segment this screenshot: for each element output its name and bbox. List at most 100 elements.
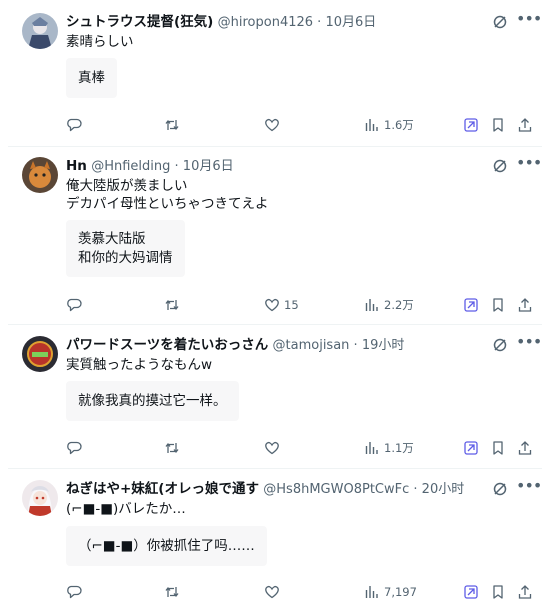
views-button[interactable]: 2.2万	[364, 295, 414, 315]
grok-action-button[interactable]	[463, 582, 479, 602]
bookmark-icon	[490, 297, 506, 313]
display-name[interactable]: パワードスーツを着たいおっさん	[66, 337, 268, 353]
heart-icon	[264, 584, 280, 600]
tweet-text: 実質触ったようなもんw	[66, 356, 530, 374]
share-button[interactable]	[517, 115, 533, 135]
handle[interactable]: @tamojisan	[273, 338, 350, 353]
grok-action-button[interactable]	[463, 295, 479, 315]
share-button[interactable]	[517, 438, 533, 458]
share-icon	[517, 117, 533, 133]
handle[interactable]: @Hs8hMGWO8PtCwFc	[263, 482, 409, 497]
views-count: 7,197	[384, 585, 417, 599]
avatar[interactable]	[22, 336, 58, 372]
text-line: 実質触ったようなもんw	[66, 357, 213, 373]
translation-box: 真棒	[66, 58, 117, 98]
text-line: 素晴らしい	[66, 34, 134, 50]
retweet-button[interactable]	[164, 115, 180, 135]
views-count: 1.1万	[384, 441, 414, 455]
avatar[interactable]	[22, 157, 58, 193]
handle[interactable]: @hiropon4126	[218, 15, 313, 30]
display-name[interactable]: ねぎはや+妹紅(オレっ娘で通す	[66, 481, 259, 497]
timestamp[interactable]: 10月6日	[325, 15, 376, 30]
views-button[interactable]: 7,197	[364, 582, 417, 602]
grok-icon[interactable]	[492, 337, 508, 353]
reply-icon	[66, 297, 82, 313]
bookmark-icon	[490, 440, 506, 456]
like-count: 15	[284, 298, 299, 312]
like-button[interactable]	[264, 582, 284, 602]
bookmark-button[interactable]	[490, 295, 506, 315]
tweet[interactable]: シュトラウス提督(狂気) @hiropon4126 · 10月6日 ••• 素晴…	[0, 0, 550, 146]
translation-line: 真棒	[78, 69, 105, 86]
tweet-header: Hn @Hnfielding · 10月6日	[66, 157, 490, 176]
share-button[interactable]	[517, 582, 533, 602]
more-icon[interactable]: •••	[516, 334, 542, 353]
like-button[interactable]	[264, 115, 284, 135]
grok-action-button[interactable]	[463, 438, 479, 458]
display-name[interactable]: シュトラウス提督(狂気)	[66, 14, 213, 30]
dot-separator: ·	[409, 482, 422, 497]
bookmark-button[interactable]	[490, 582, 506, 602]
avatar[interactable]	[22, 13, 58, 49]
tweet-text: (⌐■-■)バレたか…	[66, 500, 530, 518]
heart-icon	[264, 440, 280, 456]
tweet-text: 素晴らしい	[66, 33, 530, 51]
more-icon[interactable]: •••	[516, 478, 542, 497]
grok-icon[interactable]	[492, 14, 508, 30]
tweet[interactable]: パワードスーツを着たいおっさん @tamojisan · 19小时 ••• 実質…	[0, 325, 550, 468]
grok-analyze-icon	[463, 440, 479, 456]
translation-box: 羡慕大陆版 和你的大妈调情	[66, 220, 185, 277]
share-icon	[517, 297, 533, 313]
views-icon	[364, 117, 380, 133]
text-line: 俺大陸版が羨ましい	[66, 178, 188, 194]
tweet-header: シュトラウス提督(狂気) @hiropon4126 · 10月6日	[66, 13, 490, 32]
grok-action-button[interactable]	[463, 115, 479, 135]
views-button[interactable]: 1.6万	[364, 115, 414, 135]
bookmark-icon	[490, 584, 506, 600]
views-icon	[364, 440, 380, 456]
translation-line: 和你的大妈调情	[78, 249, 173, 266]
tweet-header: パワードスーツを着たいおっさん @tamojisan · 19小时	[66, 336, 490, 355]
retweet-button[interactable]	[164, 582, 180, 602]
like-button[interactable]	[264, 438, 284, 458]
heart-icon	[264, 117, 280, 133]
bookmark-button[interactable]	[490, 115, 506, 135]
reply-button[interactable]	[66, 438, 82, 458]
timestamp[interactable]: 10月6日	[183, 159, 234, 174]
views-button[interactable]: 1.1万	[364, 438, 414, 458]
timestamp[interactable]: 19小时	[362, 338, 405, 353]
retweet-icon	[164, 117, 180, 133]
handle[interactable]: @Hnfielding	[91, 159, 170, 174]
more-icon[interactable]: •••	[516, 155, 542, 174]
reply-button[interactable]	[66, 295, 82, 315]
views-count: 2.2万	[384, 298, 414, 312]
tweet[interactable]: Hn @Hnfielding · 10月6日 ••• 俺大陸版が羨ましい デカパ…	[0, 147, 550, 324]
share-button[interactable]	[517, 295, 533, 315]
views-icon	[364, 297, 380, 313]
retweet-button[interactable]	[164, 295, 180, 315]
bookmark-button[interactable]	[490, 438, 506, 458]
grok-icon[interactable]	[492, 158, 508, 174]
display-name[interactable]: Hn	[66, 158, 87, 174]
tweet-text: 俺大陸版が羨ましい デカパイ母性といちゃつきてえよ	[66, 177, 530, 213]
translation-line: 就像我真的摸过它一样。	[78, 392, 227, 409]
reply-button[interactable]	[66, 582, 82, 602]
like-button[interactable]: 15	[264, 295, 299, 315]
more-icon[interactable]: •••	[516, 11, 542, 30]
tweet-actions: 7,197	[0, 582, 550, 602]
retweet-button[interactable]	[164, 438, 180, 458]
tweet[interactable]: ねぎはや+妹紅(オレっ娘で通す @Hs8hMGWO8PtCwFc · 20小时 …	[0, 469, 550, 608]
bookmark-icon	[490, 117, 506, 133]
tweet-actions: 15 2.2万	[0, 295, 550, 315]
grok-analyze-icon	[463, 117, 479, 133]
heart-icon	[264, 297, 280, 313]
text-line: デカパイ母性といちゃつきてえよ	[66, 196, 269, 212]
avatar[interactable]	[22, 480, 58, 516]
grok-icon[interactable]	[492, 481, 508, 497]
tweet-feed: シュトラウス提督(狂気) @hiropon4126 · 10月6日 ••• 素晴…	[0, 0, 550, 608]
translation-box: 就像我真的摸过它一样。	[66, 381, 239, 421]
reply-button[interactable]	[66, 115, 82, 135]
retweet-icon	[164, 297, 180, 313]
translation-line: （⌐■-■）你被抓住了吗……	[78, 537, 255, 554]
timestamp[interactable]: 20小时	[422, 482, 465, 497]
